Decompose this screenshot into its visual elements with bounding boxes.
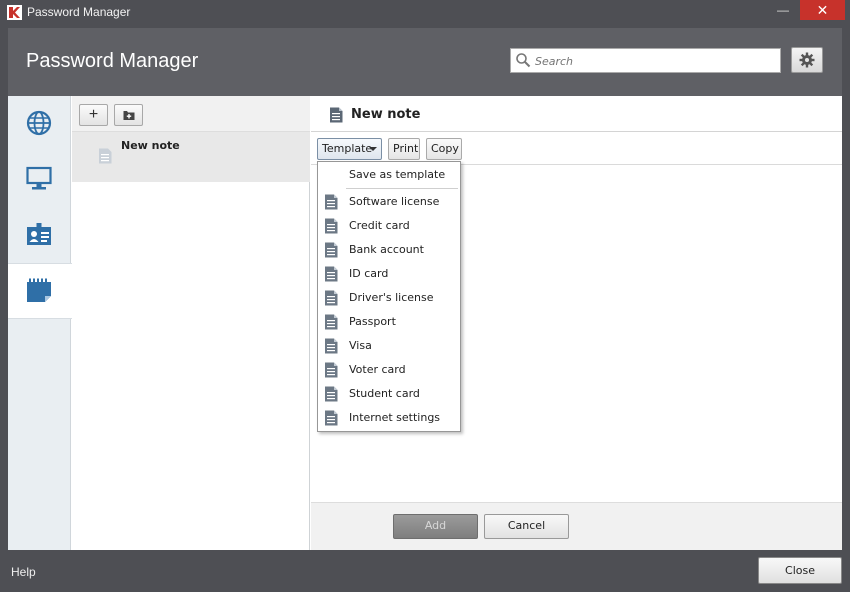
note-icon (325, 410, 338, 426)
menu-item[interactable]: Passport (318, 310, 460, 334)
minimize-button[interactable]: — (770, 0, 796, 22)
menu-item-label: Internet settings (349, 411, 441, 424)
menu-item-label: Software license (349, 195, 440, 208)
window-close-button[interactable]: ✕ (800, 0, 845, 20)
menu-item[interactable]: Student card (318, 382, 460, 406)
nav-item-identities[interactable] (8, 208, 71, 264)
id-card-icon (27, 223, 51, 245)
add-folder-button[interactable] (114, 104, 143, 126)
menu-item[interactable]: Visa (318, 334, 460, 358)
search-input[interactable] (535, 52, 775, 70)
gear-icon (799, 52, 815, 68)
search-box[interactable] (510, 48, 781, 73)
note-list-pane: + New note (72, 96, 310, 550)
print-button[interactable]: Print (388, 138, 420, 160)
detail-footer: Add Cancel (311, 502, 842, 550)
menu-item-label: Voter card (349, 363, 406, 376)
header: Password Manager (8, 28, 842, 96)
menu-item-label: Credit card (349, 219, 410, 232)
template-menu: Save as template Software license Credit … (317, 161, 461, 432)
note-icon (325, 362, 338, 378)
template-dropdown-button[interactable]: Template (317, 138, 382, 160)
note-icon (325, 242, 338, 258)
nav-item-applications[interactable] (8, 152, 71, 208)
menu-item-label: Bank account (349, 243, 424, 256)
note-icon (325, 266, 338, 282)
menu-item-label: Passport (349, 315, 396, 328)
chevron-down-icon (369, 147, 377, 151)
close-button[interactable]: Close (758, 557, 842, 584)
note-icon (325, 218, 338, 234)
note-icon (325, 314, 338, 330)
note-icon (330, 107, 343, 123)
list-item[interactable]: New note (72, 132, 310, 182)
page-title: Password Manager (26, 50, 199, 72)
menu-separator (346, 188, 458, 189)
note-icon (99, 148, 112, 164)
globe-icon (26, 110, 52, 136)
menu-item[interactable]: ID card (318, 262, 460, 286)
add-button[interactable]: Add (393, 514, 478, 539)
note-icon (325, 338, 338, 354)
notepad-icon (27, 278, 51, 302)
menu-item[interactable]: Voter card (318, 358, 460, 382)
note-icon (325, 290, 338, 306)
list-toolbar: + (72, 96, 310, 132)
note-title: New note (351, 107, 421, 122)
menu-item-label: Visa (349, 339, 372, 352)
settings-button[interactable] (791, 47, 823, 73)
note-icon (325, 386, 338, 402)
menu-item[interactable]: Credit card (318, 214, 460, 238)
menu-item[interactable]: Driver's license (318, 286, 460, 310)
menu-item-label: Driver's license (349, 291, 434, 304)
menu-item[interactable]: Software license (318, 190, 460, 214)
menu-item-label: ID card (349, 267, 389, 280)
note-icon (325, 194, 338, 210)
cancel-button[interactable]: Cancel (484, 514, 569, 539)
title-bar: Password Manager — ✕ (0, 0, 850, 25)
category-nav (8, 96, 72, 550)
menu-item-save-as-template[interactable]: Save as template (349, 168, 445, 181)
nav-item-websites[interactable] (8, 96, 71, 152)
menu-item-label: Student card (349, 387, 420, 400)
bottom-bar: Help Close (0, 550, 850, 592)
copy-button[interactable]: Copy (426, 138, 462, 160)
folder-plus-icon (123, 111, 134, 120)
nav-item-notes[interactable] (8, 263, 72, 319)
add-note-button[interactable]: + (79, 104, 108, 126)
help-link[interactable]: Help (11, 565, 36, 579)
search-icon (516, 53, 531, 68)
list-item-label: New note (121, 139, 180, 152)
monitor-icon (26, 166, 52, 190)
menu-item[interactable]: Bank account (318, 238, 460, 262)
window-title: Password Manager (27, 5, 131, 19)
detail-header: New note (311, 96, 842, 132)
template-button-label: Template (322, 142, 373, 155)
app-logo-icon (7, 5, 22, 20)
menu-item[interactable]: Internet settings (318, 406, 460, 430)
